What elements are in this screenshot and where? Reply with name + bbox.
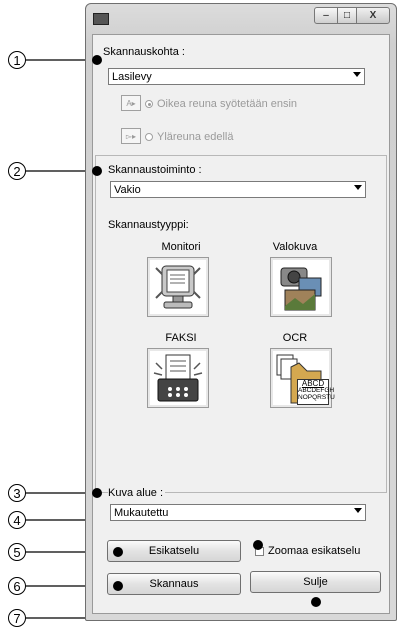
close-button[interactable]: Sulje xyxy=(250,571,381,593)
scan-function-label: Skannaustoiminto : xyxy=(108,164,202,176)
photo-camera-icon xyxy=(280,267,322,311)
maximize-button[interactable]: □ xyxy=(337,7,357,24)
image-area-select[interactable]: Mukautettu xyxy=(110,504,366,521)
ocr-label: OCR xyxy=(282,332,308,344)
top-edge-option-label: Yläreuna edellä xyxy=(157,131,234,143)
ocr-sample-line: ABCD xyxy=(301,379,325,388)
image-area-value: Mukautettu xyxy=(114,506,169,519)
ocr-sample-line: ABCDEFGH xyxy=(298,387,335,394)
dialog-client-area: Skannauskohta : Lasilevy A▸ Oikea reuna … xyxy=(92,34,390,614)
top-edge-radio[interactable] xyxy=(145,133,153,141)
callout-number: 4 xyxy=(8,511,26,529)
callout-number: 3 xyxy=(8,484,26,502)
ocr-scan-type-button[interactable]: ABCD ABCDEFGH NOPQRSTU xyxy=(270,348,335,408)
app-icon xyxy=(93,13,109,25)
photo-scan-type-button[interactable] xyxy=(270,257,332,317)
zoom-preview-label: Zoomaa esikatselu xyxy=(268,545,361,557)
right-edge-feed-icon: A▸ xyxy=(121,95,141,111)
image-area-label: Kuva alue : xyxy=(108,487,166,499)
monitor-scan-type-button[interactable] xyxy=(147,257,209,317)
fax-machine-icon xyxy=(153,354,203,402)
preview-button[interactable]: Esikatselu xyxy=(107,540,241,562)
callout-dot xyxy=(113,547,123,557)
minimize-button[interactable]: – xyxy=(314,7,338,24)
chevron-down-icon xyxy=(354,508,362,513)
callout-number: 5 xyxy=(8,543,26,561)
top-edge-feed-icon: ▻▸ xyxy=(121,128,141,144)
callout-dot xyxy=(311,597,321,607)
fax-label: FAKSI xyxy=(165,332,197,344)
scan-settings-group xyxy=(95,155,387,493)
chevron-down-icon xyxy=(354,185,362,190)
right-edge-option-label: Oikea reuna syötetään ensin xyxy=(157,98,298,110)
ocr-sample-text: ABCD ABCDEFGH NOPQRSTU xyxy=(297,379,335,405)
scan-location-label: Skannauskohta : xyxy=(103,46,185,58)
chevron-down-icon xyxy=(353,72,361,77)
callout-number: 1 xyxy=(8,51,26,69)
fax-scan-type-button[interactable] xyxy=(147,348,209,408)
monitor-label: Monitori xyxy=(161,241,201,253)
callout-dot xyxy=(113,581,123,591)
callout-number: 6 xyxy=(8,577,26,595)
photo-label: Valokuva xyxy=(272,241,318,253)
ocr-sample-line: NOPQRSTU xyxy=(298,394,335,401)
callout-dot xyxy=(92,488,102,498)
scan-button[interactable]: Skannaus xyxy=(107,573,241,595)
scan-function-value: Vakio xyxy=(114,183,141,196)
close-window-button[interactable]: X xyxy=(356,7,390,24)
callout-dot xyxy=(92,166,102,176)
callout-dot xyxy=(92,55,102,65)
callout-dot xyxy=(253,540,263,550)
scan-location-value: Lasilevy xyxy=(112,70,152,83)
scan-location-select[interactable]: Lasilevy xyxy=(108,68,365,85)
scan-type-label: Skannaustyyppi: xyxy=(108,219,189,231)
callout-number: 7 xyxy=(8,609,26,627)
monitor-icon xyxy=(155,265,201,309)
right-edge-radio[interactable] xyxy=(145,100,153,108)
callout-number: 2 xyxy=(8,162,26,180)
scanner-dialog-window: – □ X Skannauskohta : Lasilevy A▸ Oikea … xyxy=(85,3,397,621)
scan-function-select[interactable]: Vakio xyxy=(110,181,366,198)
